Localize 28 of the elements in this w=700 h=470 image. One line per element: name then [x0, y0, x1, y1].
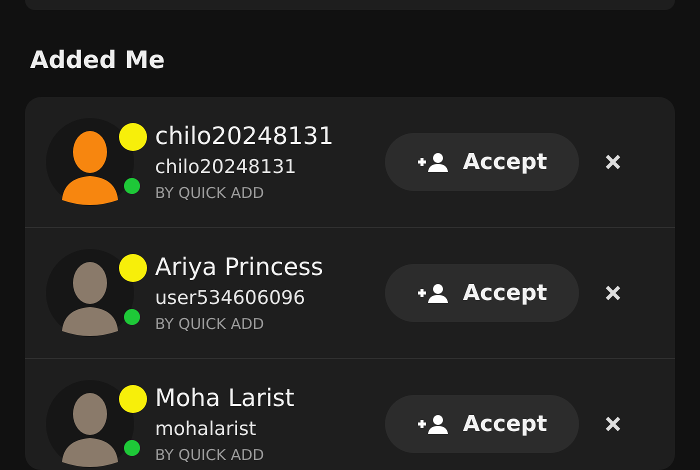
close-icon[interactable]	[605, 154, 621, 170]
section-title: Added Me	[30, 46, 166, 76]
avatar-silhouette[interactable]	[46, 118, 134, 206]
source-label: BY QUICK ADD	[155, 184, 266, 202]
source-label: BY QUICK ADD	[155, 315, 266, 333]
display-name: Ariya Princess	[155, 253, 324, 281]
display-name: chilo20248131	[155, 122, 335, 150]
username: user534606096	[155, 287, 306, 309]
avatar-silhouette[interactable]	[46, 380, 134, 468]
close-icon[interactable]	[605, 285, 621, 301]
avatar-silhouette[interactable]	[46, 249, 134, 337]
online-dot	[124, 440, 140, 456]
online-dot	[124, 178, 140, 194]
status-dot	[119, 254, 147, 282]
source-label: BY QUICK ADD	[155, 446, 266, 464]
add-friend-icon	[416, 283, 449, 303]
add-friend-icon	[416, 152, 449, 172]
add-friend-icon	[416, 414, 449, 434]
status-dot	[119, 385, 147, 413]
accept-button[interactable]: Accept	[385, 264, 579, 322]
accept-button[interactable]: Accept	[385, 395, 579, 453]
accept-button[interactable]: Accept	[385, 133, 579, 191]
status-dot	[119, 123, 147, 151]
close-icon[interactable]	[605, 416, 621, 432]
username: mohalarist	[155, 418, 258, 440]
username: chilo20248131	[155, 156, 298, 178]
display-name: Moha Larist	[155, 384, 296, 412]
online-dot	[124, 309, 140, 325]
